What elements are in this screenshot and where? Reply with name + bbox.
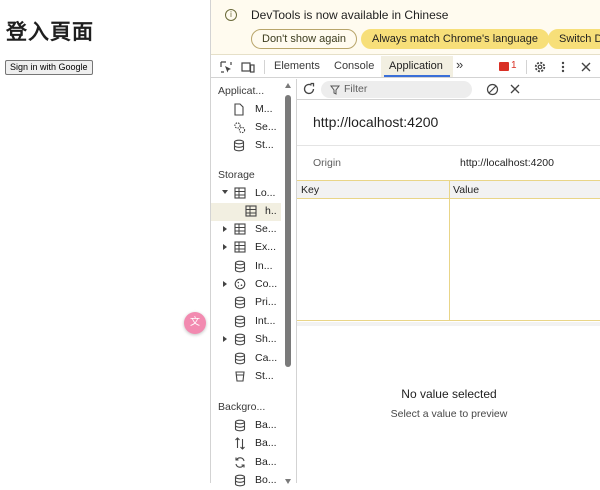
chevron-right-icon[interactable] (223, 244, 227, 250)
sidebar-item-label: St... (255, 139, 274, 151)
more-tabs-icon[interactable]: » (456, 57, 463, 75)
page-heading: 登入頁面 (6, 20, 94, 44)
more-options-icon[interactable] (556, 60, 570, 74)
divider (297, 145, 600, 146)
gears-icon (234, 122, 246, 134)
sidebar-item-label: Bo... (255, 474, 277, 486)
sidebar-item-label: Ba... (255, 456, 277, 468)
chevron-right-icon[interactable] (223, 226, 227, 232)
database-icon (233, 139, 245, 152)
tab-elements[interactable]: Elements (274, 60, 320, 78)
tab-separator (264, 60, 265, 74)
sync-icon (235, 457, 245, 468)
tab-console[interactable]: Console (334, 60, 374, 78)
document-icon (234, 103, 244, 116)
origin-value: http://localhost:4200 (460, 157, 554, 169)
swap-arrows-icon (235, 437, 245, 450)
column-header-key[interactable]: Key (301, 184, 319, 196)
sidebar-item-label: In... (255, 260, 273, 272)
filter-input[interactable]: Filter (321, 81, 472, 98)
scroll-down-arrow-icon[interactable] (285, 479, 291, 484)
sidebar-item-label: Se... (255, 223, 277, 235)
active-tab-indicator (384, 75, 450, 77)
origin-url-title: http://localhost:4200 (313, 114, 439, 130)
sidebar-item-label: M... (255, 103, 273, 115)
database-icon (234, 333, 246, 346)
sidebar-scrollbar[interactable] (283, 83, 291, 484)
table-icon (234, 187, 246, 199)
application-sidebar: Applicat... M... Se... St... Storage Lo.… (211, 79, 297, 487)
info-icon: i (225, 9, 237, 21)
sidebar-item-label: Ca... (255, 352, 278, 364)
sidebar-item-label: h.. (265, 205, 277, 217)
gear-icon[interactable] (533, 60, 547, 74)
error-icon[interactable] (499, 62, 509, 71)
sidebar-item-label: Lo... (255, 187, 276, 199)
infobar-message: DevTools is now available in Chinese (251, 8, 449, 22)
sidebar-item-label: Co... (255, 278, 278, 290)
table-body[interactable] (297, 199, 600, 320)
scrollbar-thumb[interactable] (285, 95, 291, 367)
error-count[interactable]: 1 (511, 60, 517, 71)
tab-separator (526, 60, 527, 74)
chevron-down-icon[interactable] (222, 190, 228, 194)
refresh-icon[interactable] (302, 82, 316, 96)
preview-empty-subtitle: Select a value to preview (390, 408, 508, 420)
storage-main-panel: Filter http://localhost:4200 Origin http… (297, 79, 600, 483)
sidebar-item-label: Ex... (255, 241, 277, 253)
sidebar-header-background-services: Backgro... (218, 401, 266, 413)
sidebar-header-storage: Storage (218, 169, 255, 181)
origin-label: Origin (313, 157, 342, 169)
preview-empty-title: No value selected (401, 387, 497, 401)
page-viewport: 登入頁面 Sign in with Google 文 (0, 0, 210, 483)
database-icon (234, 419, 246, 432)
delete-selected-icon[interactable] (509, 83, 521, 95)
inspect-element-icon[interactable] (219, 60, 233, 74)
match-chrome-language-button[interactable]: Always match Chrome's language (361, 29, 549, 49)
filter-placeholder: Filter (344, 83, 368, 95)
sidebar-item-label: St... (255, 370, 274, 382)
database-icon (234, 352, 246, 365)
table-icon (234, 223, 246, 235)
database-icon (234, 474, 246, 487)
sidebar-header-application: Applicat... (218, 85, 265, 97)
device-toolbar-icon[interactable] (241, 60, 255, 74)
key-value-table[interactable]: Key Value (297, 180, 600, 321)
sidebar-item-label: Sh... (255, 333, 277, 345)
devtools-tabbar: Elements Console Application » 1 (211, 56, 600, 78)
clear-all-icon[interactable] (486, 83, 499, 96)
translate-icon[interactable]: 文 (184, 312, 206, 334)
database-icon (234, 260, 246, 273)
chevron-right-icon[interactable] (223, 336, 227, 342)
sidebar-item-label: Ba... (255, 419, 277, 431)
scroll-up-arrow-icon[interactable] (285, 83, 291, 88)
sign-in-with-google-button[interactable]: Sign in with Google (5, 60, 93, 75)
sidebar-item-label: Pri... (255, 296, 277, 308)
sidebar-item-label: Int... (255, 315, 276, 327)
language-infobar: i DevTools is now available in Chinese D… (211, 0, 600, 55)
filter-icon (330, 85, 340, 95)
database-icon (234, 315, 246, 328)
sidebar-item-label: Se... (255, 121, 277, 133)
switch-devtools-button[interactable]: Switch De (548, 29, 600, 49)
devtools-panel: i DevTools is now available in Chinese D… (210, 0, 600, 487)
table-icon (245, 205, 257, 217)
table-icon (234, 241, 246, 253)
close-icon[interactable] (579, 60, 593, 74)
chevron-right-icon[interactable] (223, 281, 227, 287)
value-preview-pane: No value selected Select a value to prev… (297, 326, 600, 483)
cookie-icon (234, 278, 246, 290)
database-icon (234, 296, 246, 309)
bucket-icon (235, 371, 245, 382)
dont-show-again-button[interactable]: Don't show again (251, 29, 358, 49)
storage-toolbar: Filter (297, 79, 600, 100)
sidebar-item-label: Ba... (255, 437, 277, 449)
column-header-value[interactable]: Value (453, 184, 479, 196)
